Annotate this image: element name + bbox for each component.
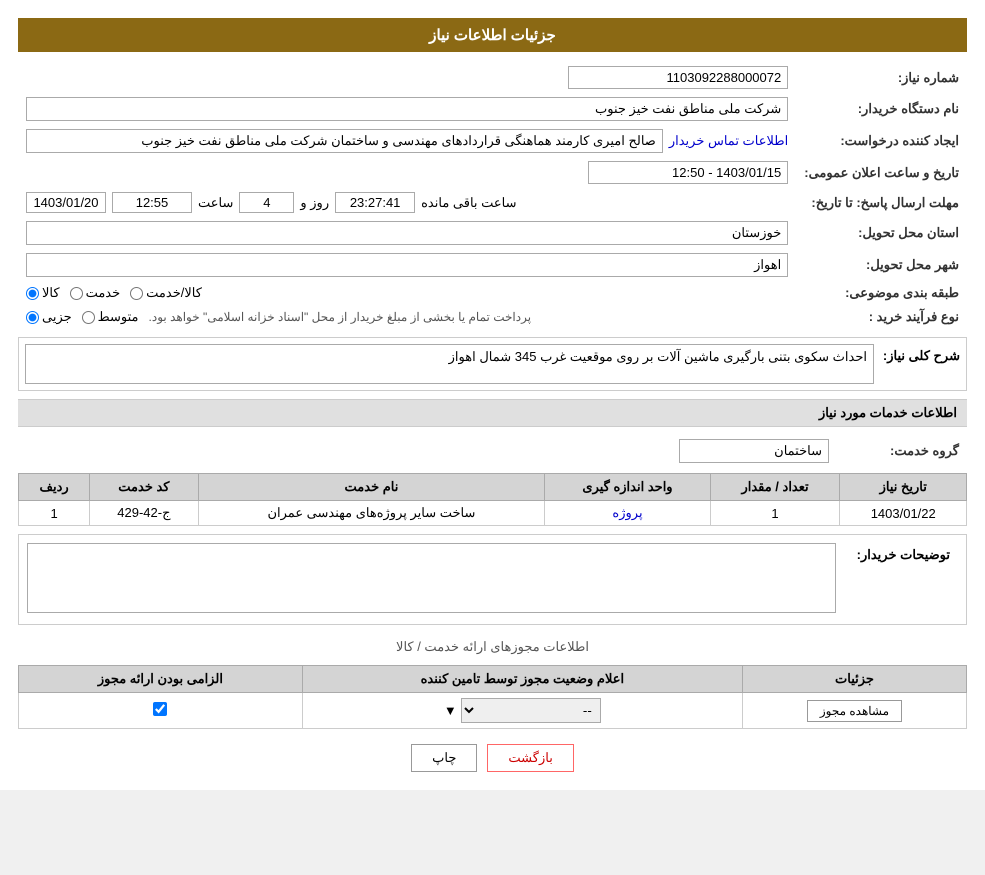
elzam-checkbox[interactable] [153,702,167,716]
permits-title: اطلاعات مجوزهای ارائه خدمت / کالا [18,635,967,659]
tabaqe-label: طبقه بندی موضوعی: [796,281,967,305]
col-tedad: تعداد / مقدار [710,474,840,501]
col-radif: ردیف [19,474,90,501]
col-elzam: الزامی بودن ارائه مجوز [19,666,303,693]
col-tarikh: تاریخ نیاز [840,474,967,501]
row-tarikh: 1403/01/22 [840,501,967,526]
col-vahed: واحد اندازه گیری [545,474,710,501]
noue-jozi-label: جزیی [42,309,72,325]
col-joziyat: جزئیات [742,666,966,693]
table-row: 1403/01/22 1 پروژه ساخت سایر پروژه‌های م… [19,501,967,526]
shomara-niaz-value: 1103092288000072 [568,66,788,89]
description-label: توضیحات خریدار: [838,543,958,616]
row-code: ج-42-429 [90,501,198,526]
sharh-value: احداث سکوی بتنی بارگیری ماشین آلات بر رو… [25,344,874,384]
row-tedad: 1 [710,501,840,526]
shomara-niaz-label: شماره نیاز: [796,62,967,93]
row-radif: 1 [19,501,90,526]
mohlat-time: 23:27:41 [335,192,415,213]
mohlat-saat: 12:55 [112,192,192,213]
tarikh-label: تاریخ و ساعت اعلان عمومی: [796,157,967,188]
sharh-label: شرح کلی نیاز: [880,344,960,364]
ostan-value: خوزستان [26,221,788,245]
services-section-title: اطلاعات خدمات مورد نیاز [18,399,967,427]
idad-label: ایجاد کننده درخواست: [796,125,967,157]
row-vahed: پروژه [545,501,710,526]
row-name: ساخت سایر پروژه‌های مهندسی عمران [198,501,545,526]
mohlat-roz: 4 [239,192,294,213]
ealam-select[interactable]: -- [461,698,601,723]
tabaqe-khedmat-radio[interactable] [70,287,83,300]
chevron-down-icon: ▼ [444,703,457,718]
print-button[interactable]: چاپ [411,744,477,772]
mohlat-saat-label: ساعت [198,195,233,211]
mohlat-remaining-text: ساعت باقی مانده [421,195,516,211]
col-name: نام خدمت [198,474,545,501]
nam-dastgah-value: شرکت ملی مناطق نفت خیز جنوب [26,97,788,121]
ostan-label: استان محل تحویل: [796,217,967,249]
shahr-label: شهر محل تحویل: [796,249,967,281]
group-label: گروه خدمت: [837,435,967,467]
tabaqe-kala-label: کالا [42,285,60,301]
row-vahed-link[interactable]: پروژه [612,505,642,520]
description-textarea[interactable] [27,543,836,613]
mohlat-roz-label: روز و [300,195,329,211]
col-code: کد خدمت [90,474,198,501]
tabaqe-kala-radio[interactable] [26,287,39,300]
noue-text: پرداخت تمام یا بخشی از مبلغ خریدار از مح… [149,310,532,324]
tabaqe-khedmat-label: خدمت [86,285,121,301]
idad-link[interactable]: اطلاعات تماس خریدار [669,133,788,149]
back-button[interactable]: بازگشت [487,744,573,772]
group-value: ساختمان [679,439,829,463]
permits-row: مشاهده مجوز -- ▼ [19,693,967,729]
noue-motavaset-radio[interactable] [82,311,95,324]
shahr-value: اهواز [26,253,788,277]
noue-jozi-radio[interactable] [26,311,39,324]
noue-motavaset-label: متوسط [98,309,139,325]
view-permit-button[interactable]: مشاهده مجوز [807,700,902,722]
page-title: جزئیات اطلاعات نیاز [18,18,967,52]
nam-dastgah-label: نام دستگاه خریدار: [796,93,967,125]
idad-value: صالح امیری کارمند هماهنگی قراردادهای مهن… [26,129,663,153]
tabaqe-kala-khedmat-label: کالا/خدمت [146,285,202,301]
noue-farayand-label: نوع فرآیند خرید : [796,305,967,329]
tarikh-value: 1403/01/15 - 12:50 [588,161,788,184]
mohlat-label: مهلت ارسال پاسخ: تا تاریخ: [796,188,967,217]
col-ealam: اعلام وضعیت مجوز توسط تامین کننده [302,666,742,693]
tabaqe-kala-khedmat-radio[interactable] [130,287,143,300]
mohlat-date: 1403/01/20 [26,192,106,213]
